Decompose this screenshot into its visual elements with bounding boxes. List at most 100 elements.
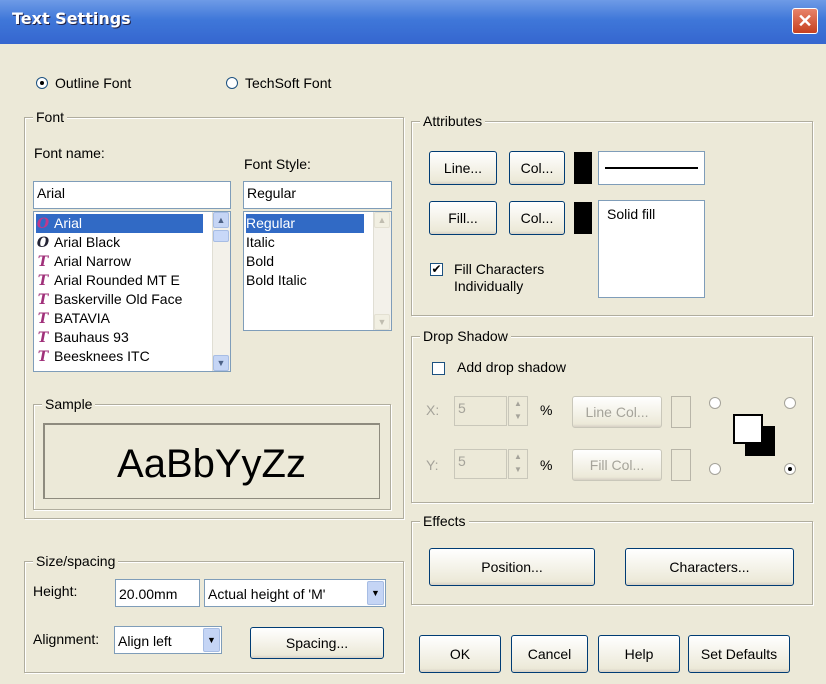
shadow-y-unit: % xyxy=(540,457,553,473)
chevron-down-icon[interactable]: ▼ xyxy=(203,628,220,652)
sample-legend: Sample xyxy=(42,396,96,412)
font-name-list[interactable]: O Arial O Arial Black T Arial Narrow T Arial… xyxy=(33,211,231,372)
font-item-icon: T xyxy=(37,254,49,270)
font-list-item[interactable]: O Arial xyxy=(36,214,203,233)
shadow-x-input[interactable]: 5 xyxy=(454,396,507,426)
shadow-direction-top-right-radio[interactable] xyxy=(784,397,796,409)
drop-shadow-legend: Drop Shadow xyxy=(420,328,511,344)
window-title: Text Settings xyxy=(12,9,131,28)
style-list-item[interactable]: Regular xyxy=(246,214,364,233)
font-item-icon: T xyxy=(37,330,49,346)
size-spacing-legend: Size/spacing xyxy=(33,553,119,569)
style-list-item[interactable]: Bold xyxy=(246,252,274,271)
text-settings-dialog: Text Settings ✕ Outline Font TechSoft Fo… xyxy=(0,0,826,684)
fill-individually-checkbox[interactable]: ✔ xyxy=(430,263,443,276)
fill-button[interactable]: Fill... xyxy=(429,201,497,235)
font-item-label: Arial Rounded MT E xyxy=(54,272,180,288)
font-list-item[interactable]: T Arial Narrow xyxy=(36,252,131,271)
shadow-direction-bottom-right-radio[interactable] xyxy=(784,463,796,475)
spacing-button[interactable]: Spacing... xyxy=(250,627,384,659)
style-list-item[interactable]: Italic xyxy=(246,233,275,252)
line-col-button[interactable]: Col... xyxy=(509,151,565,185)
font-list-item[interactable]: O Arial Black xyxy=(36,233,120,252)
font-name-label: Font name: xyxy=(34,145,105,161)
help-button[interactable]: Help xyxy=(598,635,680,673)
shadow-y-input[interactable]: 5 xyxy=(454,449,507,479)
alignment-label: Alignment: xyxy=(33,631,100,647)
shadow-fill-col-button[interactable]: Fill Col... xyxy=(572,449,662,481)
ok-button[interactable]: OK xyxy=(419,635,501,673)
techsoft-font-radio[interactable] xyxy=(226,77,238,89)
font-list-item[interactable]: T Beesknees ITC xyxy=(36,347,150,366)
font-item-icon: T xyxy=(37,311,49,327)
font-style-label: Font Style: xyxy=(244,156,311,172)
shadow-x-spinner[interactable]: ▲ ▼ xyxy=(508,396,528,426)
font-item-label: Bauhaus 93 xyxy=(54,329,129,345)
shadow-line-col-button[interactable]: Line Col... xyxy=(572,396,662,428)
font-item-icon: O xyxy=(36,235,50,251)
font-list-item[interactable]: T Baskerville Old Facе xyxy=(36,290,183,309)
font-item-icon: T xyxy=(37,273,49,289)
scroll-up-icon[interactable]: ▲ xyxy=(374,212,390,228)
shadow-direction-top-left-radio[interactable] xyxy=(709,397,721,409)
attributes-legend: Attributes xyxy=(420,113,486,129)
outline-font-label[interactable]: Outline Font xyxy=(55,75,131,91)
shadow-x-label: X: xyxy=(426,402,440,418)
title-bar: Text Settings ✕ xyxy=(0,0,826,44)
shadow-x-unit: % xyxy=(540,402,553,418)
effects-legend: Effects xyxy=(420,513,469,529)
font-item-label: BATAVIA xyxy=(54,310,111,326)
font-name-input[interactable]: Arial xyxy=(33,181,231,209)
font-item-label: Arial xyxy=(54,215,83,231)
font-item-label: Arial Black xyxy=(54,234,121,250)
line-button[interactable]: Line... xyxy=(429,151,497,185)
line-style-preview xyxy=(605,167,698,169)
font-item-label: Baskerville Old Facе xyxy=(54,291,183,307)
font-item-icon: O xyxy=(36,216,50,232)
techsoft-font-label[interactable]: TechSoft Font xyxy=(245,75,331,91)
shadow-y-label: Y: xyxy=(426,457,439,473)
font-style-list[interactable]: Regular Italic Bold Bold Italic ▲ ▼ xyxy=(243,211,392,331)
alignment-select[interactable]: Align left ▼ xyxy=(114,626,222,654)
fill-col-button[interactable]: Col... xyxy=(509,201,565,235)
scroll-down-icon[interactable]: ▼ xyxy=(213,355,229,371)
style-list-item[interactable]: Bold Italic xyxy=(246,271,307,290)
height-mode-value: Actual height of 'M' xyxy=(208,586,326,602)
font-list-item[interactable]: T BATAVIA xyxy=(36,309,110,328)
font-style-input[interactable]: Regular xyxy=(243,181,392,209)
line-style-box[interactable] xyxy=(598,151,705,185)
set-defaults-button[interactable]: Set Defaults xyxy=(688,635,790,673)
font-item-label: Arial Narrow xyxy=(54,253,132,269)
add-shadow-label[interactable]: Add drop shadow xyxy=(457,359,566,375)
height-input[interactable]: 20.00mm xyxy=(115,579,200,607)
line-color-swatch xyxy=(574,152,592,184)
chevron-down-icon[interactable]: ▼ xyxy=(367,581,384,605)
font-list-item[interactable]: T Arial Rounded MT E xyxy=(36,271,180,290)
fill-individually-label[interactable]: Fill Characters Individually xyxy=(454,261,574,295)
font-list-scrollbar[interactable]: ▲ ▼ xyxy=(212,212,230,371)
height-mode-select[interactable]: Actual height of 'M' ▼ xyxy=(204,579,386,607)
shadow-fill-color-swatch xyxy=(671,449,691,481)
shadow-y-spinner[interactable]: ▲ ▼ xyxy=(508,449,528,479)
add-shadow-checkbox[interactable] xyxy=(432,362,445,375)
shadow-preview-box xyxy=(733,414,763,444)
position-button[interactable]: Position... xyxy=(429,548,595,586)
scroll-up-icon[interactable]: ▲ xyxy=(213,212,229,228)
scroll-thumb[interactable] xyxy=(213,230,229,242)
font-group-legend: Font xyxy=(33,109,68,125)
fill-style-box[interactable]: Solid fill xyxy=(598,200,705,298)
font-list-item[interactable]: T Bauhaus 93 xyxy=(36,328,129,347)
fill-color-swatch xyxy=(574,202,592,234)
outline-font-radio[interactable] xyxy=(36,77,48,89)
style-list-scrollbar[interactable]: ▲ ▼ xyxy=(373,212,391,330)
shadow-direction-bottom-left-radio[interactable] xyxy=(709,463,721,475)
sample-preview: AaBbYyZz xyxy=(43,423,380,499)
characters-button[interactable]: Characters... xyxy=(625,548,794,586)
close-button[interactable]: ✕ xyxy=(792,8,818,34)
shadow-line-color-swatch xyxy=(671,396,691,428)
sample-text: AaBbYyZz xyxy=(117,442,306,486)
font-item-icon: T xyxy=(37,292,49,308)
font-item-label: Beesknees ITC xyxy=(54,348,150,364)
scroll-down-icon[interactable]: ▼ xyxy=(374,314,390,330)
cancel-button[interactable]: Cancel xyxy=(511,635,588,673)
